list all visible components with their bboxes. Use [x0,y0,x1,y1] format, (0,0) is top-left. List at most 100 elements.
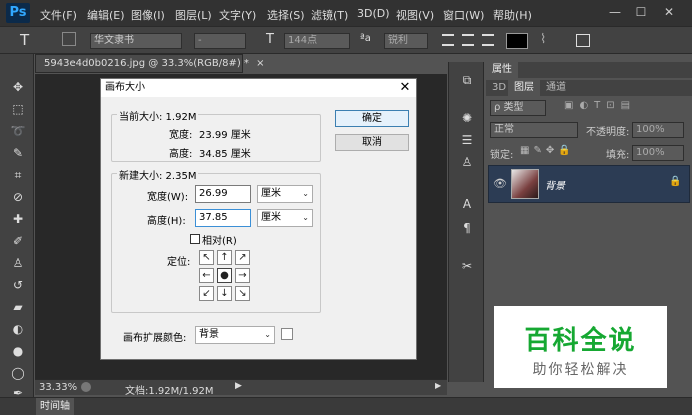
lasso-tool-icon[interactable]: ➰ [9,122,27,140]
blur-tool-icon[interactable]: ● [9,342,27,360]
current-size-legend: 当前大小: 1.92M [117,108,199,123]
brush-tool-icon[interactable]: ✐ [9,232,27,250]
layer-lock-icon: 🔒 [669,176,682,187]
anchor-bottom-right-icon[interactable]: ↘ [235,286,250,301]
character-panel-icon[interactable] [576,34,590,47]
panel-icon-strip: ⧉ ✺ ☰ ♙ A ¶ ✂ [448,62,484,382]
adjustments-panel-icon[interactable]: ☰ [459,132,475,148]
document-tab[interactable]: 5943e4d0b0216.jpg @ 33.3%(RGB/8#) * × [35,54,264,73]
menu-image[interactable]: 图像(I) [131,7,165,23]
marquee-tool-icon[interactable]: ⬚ [9,100,27,118]
gradient-tool-icon[interactable]: ◐ [9,320,27,338]
text-color-swatch[interactable] [506,33,528,49]
layer-kind-filter[interactable]: ρ 类型 [490,100,546,116]
dialog-close-button[interactable]: ✕ [397,79,413,97]
anchor-top-icon[interactable]: ↑ [217,250,232,265]
align-right-icon[interactable] [482,34,494,46]
clone-stamp-tool-icon[interactable]: ♙ [9,254,27,272]
menu-edit[interactable]: 编辑(E) [87,7,125,23]
menu-layer[interactable]: 图层(L) [175,7,212,23]
tool-presets-panel-icon[interactable]: ✂ [459,258,475,274]
document-tab-close-icon[interactable]: × [256,58,264,69]
scroll-right-icon[interactable]: ▶ [435,381,441,390]
anchor-left-icon[interactable]: ← [199,268,214,283]
dodge-tool-icon[interactable]: ◯ [9,364,27,382]
anti-alias-select[interactable]: 锐利 [384,33,428,49]
extension-color-select[interactable]: 背景 ⌄ [195,326,275,344]
new-width-input[interactable]: 26.99 [195,185,251,203]
new-height-input[interactable]: 37.85 [195,209,251,227]
tab-channels[interactable]: 通道 [540,80,572,96]
menu-type[interactable]: 文字(Y) [219,7,256,23]
fill-input[interactable]: 100% [632,145,684,161]
layer-thumbnail [511,169,539,199]
new-size-legend: 新建大小: 2.35M [117,167,199,182]
height-unit-select[interactable]: 厘米 ⌄ [257,209,313,227]
menu-3d[interactable]: 3D(D) [357,7,390,20]
status-info-icon[interactable] [81,382,91,392]
font-size-icon: T [266,32,274,47]
opacity-input[interactable]: 100% [632,122,684,138]
status-menu-arrow-icon[interactable]: ▶ [235,381,242,391]
visibility-eye-icon[interactable]: 👁 [493,177,507,190]
watermark-subtitle: 助你轻松解决 [532,362,629,378]
new-width-label: 宽度(W): [147,192,189,203]
brush-panel-icon[interactable]: ✺ [459,110,475,126]
layer-name[interactable]: 背景 [545,177,565,192]
layer-filter-icons[interactable]: ▣◐T⊡▤ [564,100,684,114]
tab-layers[interactable]: 图层 [508,80,540,96]
anchor-top-right-icon[interactable]: ↗ [235,250,250,265]
align-left-icon[interactable] [442,34,454,46]
anchor-center-icon[interactable]: ● [217,268,232,283]
cancel-button[interactable]: 取消 [335,134,409,151]
menu-view[interactable]: 视图(V) [396,7,434,23]
status-bar: 33.33% 文档:1.92M/1.92M ▶ ▶ [35,379,447,397]
anchor-top-left-icon[interactable]: ↖ [199,250,214,265]
menu-file[interactable]: 文件(F) [40,7,77,23]
watermark-title: 百科全说 [524,326,637,356]
font-size-select[interactable]: 144点 [284,33,350,49]
history-panel-icon[interactable]: ⧉ [459,72,475,88]
align-center-icon[interactable] [462,34,474,46]
menu-filter[interactable]: 滤镜(T) [311,7,348,23]
width-unit-select[interactable]: 厘米 ⌄ [257,185,313,203]
tab-properties[interactable]: 属性 [486,62,518,78]
eyedropper-tool-icon[interactable]: ⊘ [9,188,27,206]
watermark-logo: 百科全说 助你轻松解决 [494,306,667,388]
layer-row-background[interactable]: 👁 背景 🔒 [488,165,690,203]
height-unit-value: 厘米 [261,212,281,223]
font-family-select[interactable]: 华文隶书 [90,33,182,49]
timeline-tab[interactable]: 时间轴 [36,398,74,415]
fill-label: 填充: [606,150,630,161]
ok-button[interactable]: 确定 [335,110,409,127]
warp-text-icon[interactable]: ⌇ [540,32,546,47]
menu-select[interactable]: 选择(S) [267,7,305,23]
relative-checkbox[interactable] [190,234,200,244]
menu-help[interactable]: 帮助(H) [493,7,532,23]
close-window-button[interactable]: ✕ [658,2,680,22]
quick-select-tool-icon[interactable]: ✎ [9,144,27,162]
zoom-level[interactable]: 33.33% [39,382,77,393]
font-style-select[interactable]: - [194,33,246,49]
clone-source-panel-icon[interactable]: ♙ [459,154,475,170]
extension-color-swatch[interactable] [281,328,293,340]
move-tool-icon[interactable]: ✥ [9,78,27,96]
blend-mode-select[interactable]: 正常 [490,122,578,138]
history-brush-tool-icon[interactable]: ↺ [9,276,27,294]
relative-checkbox-label: 相对(R) [202,236,237,247]
anchor-bottom-left-icon[interactable]: ↙ [199,286,214,301]
document-tab-title: 5943e4d0b0216.jpg @ 33.3%(RGB/8#) * [44,58,249,69]
maximize-button[interactable]: ☐ [630,2,652,22]
text-orientation-icon[interactable] [62,32,76,46]
anchor-bottom-icon[interactable]: ↓ [217,286,232,301]
minimize-button[interactable]: — [604,2,626,22]
eraser-tool-icon[interactable]: ▰ [9,298,27,316]
menu-window[interactable]: 窗口(W) [443,7,484,23]
lock-icons[interactable]: ▦✎✥🔒 [520,145,575,156]
character-panel-icon[interactable]: A [459,196,475,212]
anchor-right-icon[interactable]: → [235,268,250,283]
type-tool-icon[interactable]: T [20,31,29,49]
paragraph-panel-icon[interactable]: ¶ [459,220,475,236]
healing-brush-tool-icon[interactable]: ✚ [9,210,27,228]
crop-tool-icon[interactable]: ⌗ [9,166,27,184]
